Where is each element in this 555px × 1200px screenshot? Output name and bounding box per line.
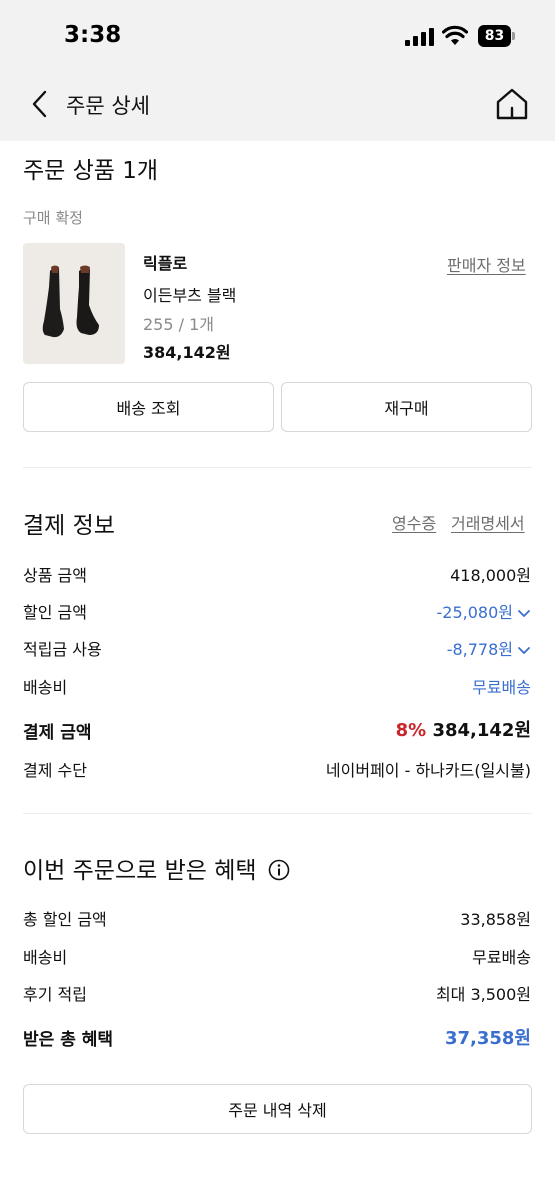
page-title: 주문 상세 <box>66 94 150 118</box>
divider <box>23 467 532 468</box>
total-discount-value: 33,858원 <box>460 910 531 929</box>
total-payment-label: 결제 금액 <box>23 723 92 743</box>
review-points-label: 후기 적립 <box>23 985 87 1004</box>
delete-order-button[interactable]: 주문 내역 삭제 <box>23 1084 532 1134</box>
shipping-fee-label: 배송비 <box>23 678 68 697</box>
reorder-button[interactable]: 재구매 <box>281 382 532 432</box>
status-time: 3:38 <box>64 22 122 48</box>
boots-image <box>23 243 125 364</box>
payment-section-title: 결제 정보 <box>23 513 115 539</box>
track-delivery-button[interactable]: 배송 조회 <box>23 382 274 432</box>
order-status: 구매 확정 <box>23 209 83 227</box>
home-icon[interactable] <box>494 86 530 122</box>
benefit-shipping-value: 무료배송 <box>472 948 531 967</box>
points-used-text: -8,778원 <box>446 640 513 659</box>
payment-method-value: 네이버페이 - 하나카드(일시불) <box>325 761 531 780</box>
benefits-title-text: 이번 주문으로 받은 혜택 <box>23 858 257 884</box>
seller-info-link[interactable]: 판매자 정보 <box>447 252 526 276</box>
statement-link[interactable]: 거래명세서 <box>451 510 525 534</box>
product-price: 384,142원 <box>143 343 231 362</box>
back-arrow-icon[interactable] <box>26 86 56 122</box>
chevron-down-icon[interactable] <box>517 609 531 619</box>
battery-level: 83 <box>478 25 511 47</box>
product-image[interactable] <box>23 243 125 364</box>
shipping-fee-value: 무료배송 <box>472 678 531 697</box>
payment-method-label: 결제 수단 <box>23 761 87 780</box>
benefits-section-title: 이번 주문으로 받은 혜택 <box>23 851 290 885</box>
product-name[interactable]: 이든부츠 블랙 <box>143 282 236 306</box>
product-amount-value: 418,000원 <box>450 566 531 585</box>
total-payment-value: 8% 384,142원 <box>396 716 531 742</box>
brand-name[interactable]: 릭플로 <box>143 250 187 274</box>
total-benefit-value: 37,358원 <box>444 1028 531 1049</box>
product-amount-label: 상품 금액 <box>23 566 87 585</box>
total-benefit-label: 받은 총 혜택 <box>23 1030 114 1050</box>
review-points-value: 최대 3,500원 <box>435 985 531 1004</box>
discount-amount-label: 할인 금액 <box>23 603 87 622</box>
divider <box>23 813 532 814</box>
product-option: 255 / 1개 <box>143 315 215 334</box>
wifi-icon <box>442 25 468 45</box>
top-bar: 3:38 83 주문 상세 <box>0 0 555 141</box>
info-icon[interactable] <box>268 859 290 881</box>
order-section-title: 주문 상품 1개 <box>23 158 159 184</box>
total-discount-label: 총 할인 금액 <box>23 910 107 929</box>
total-payment-amount: 384,142원 <box>432 720 531 741</box>
points-used-label: 적립금 사용 <box>23 640 102 659</box>
discount-amount-text: -25,080원 <box>436 603 513 622</box>
discount-amount-value[interactable]: -25,080원 <box>437 599 531 623</box>
signal-icon <box>405 28 434 46</box>
receipt-link[interactable]: 영수증 <box>392 510 436 534</box>
benefit-shipping-label: 배송비 <box>23 948 68 967</box>
battery-icon: 83 <box>478 25 516 47</box>
points-used-value[interactable]: -8,778원 <box>447 636 531 660</box>
discount-rate-badge: 8% <box>395 720 427 741</box>
chevron-down-icon[interactable] <box>517 646 531 656</box>
